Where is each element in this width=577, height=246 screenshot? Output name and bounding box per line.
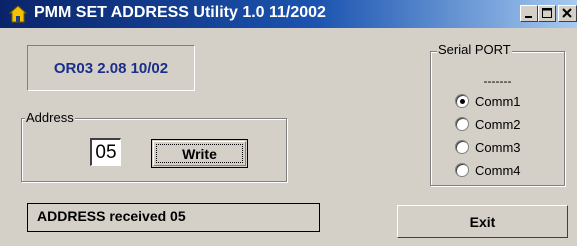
radio-button-icon[interactable] — [455, 140, 469, 154]
write-button[interactable]: Write — [151, 139, 248, 168]
exit-button[interactable]: Exit — [397, 205, 568, 238]
maximize-button[interactable] — [538, 5, 556, 22]
radio-comm2[interactable]: Comm2 — [455, 116, 555, 134]
radio-comm1[interactable]: Comm1 — [455, 93, 555, 111]
radio-selected-dot — [460, 99, 465, 104]
title-bar[interactable]: PMM SET ADDRESS Utility 1.0 11/2002 — [0, 0, 577, 28]
serial-port-label: Serial PORT — [437, 42, 512, 58]
close-icon — [562, 8, 572, 18]
radio-comm4[interactable]: Comm4 — [455, 162, 555, 180]
radio-label: Comm4 — [475, 163, 521, 178]
radio-label: Comm1 — [475, 94, 521, 109]
radio-button-icon[interactable] — [455, 117, 469, 131]
address-input[interactable] — [90, 138, 121, 166]
firmware-version-text: OR03 2.08 10/02 — [53, 60, 169, 77]
radio-button-icon[interactable] — [455, 163, 469, 177]
exit-button-label: Exit — [469, 214, 496, 230]
minimize-button[interactable] — [520, 5, 538, 22]
serial-port-placeholder: ------- — [483, 74, 512, 88]
app-window: PMM SET ADDRESS Utility 1.0 11/2002 OR03… — [0, 0, 577, 246]
radio-label: Comm3 — [475, 140, 521, 155]
radio-label: Comm2 — [475, 117, 521, 132]
status-text: ADDRESS received 05 — [37, 208, 186, 224]
maximize-icon — [542, 8, 552, 18]
home-icon — [9, 5, 27, 23]
radio-button-icon[interactable] — [455, 94, 469, 108]
write-button-label: Write — [182, 146, 217, 162]
status-panel: ADDRESS received 05 — [27, 203, 320, 232]
close-button[interactable] — [558, 5, 577, 22]
minimize-icon — [525, 16, 532, 18]
window-title: PMM SET ADDRESS Utility 1.0 11/2002 — [34, 4, 326, 21]
radio-comm3[interactable]: Comm3 — [455, 139, 555, 157]
firmware-version-panel: OR03 2.08 10/02 — [27, 45, 195, 91]
address-group-label: Address — [25, 110, 75, 126]
